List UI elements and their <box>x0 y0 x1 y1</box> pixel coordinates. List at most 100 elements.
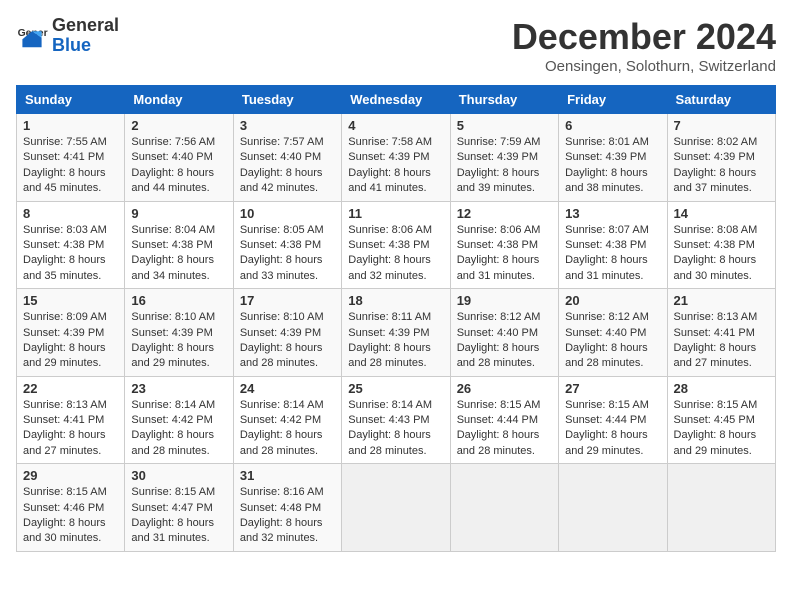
day-info: Sunrise: 8:15 AM Sunset: 4:44 PM Dayligh… <box>457 398 552 460</box>
day-number: 31 <box>240 468 335 483</box>
day-info: Sunrise: 8:12 AM Sunset: 4:40 PM Dayligh… <box>565 310 660 372</box>
calendar-cell: 9 Sunrise: 8:04 AM Sunset: 4:38 PM Dayli… <box>125 201 233 289</box>
day-info: Sunrise: 8:06 AM Sunset: 4:38 PM Dayligh… <box>457 223 552 285</box>
day-info: Sunrise: 8:13 AM Sunset: 4:41 PM Dayligh… <box>23 398 118 460</box>
day-info: Sunrise: 8:13 AM Sunset: 4:41 PM Dayligh… <box>674 310 769 372</box>
day-info: Sunrise: 8:08 AM Sunset: 4:38 PM Dayligh… <box>674 223 769 285</box>
calendar-cell: 5 Sunrise: 7:59 AM Sunset: 4:39 PM Dayli… <box>450 114 558 202</box>
day-info: Sunrise: 8:14 AM Sunset: 4:42 PM Dayligh… <box>131 398 226 460</box>
day-info: Sunrise: 8:14 AM Sunset: 4:43 PM Dayligh… <box>348 398 443 460</box>
day-number: 3 <box>240 118 335 133</box>
day-info: Sunrise: 8:12 AM Sunset: 4:40 PM Dayligh… <box>457 310 552 372</box>
day-number: 28 <box>674 381 769 396</box>
page-header: General General Blue December 2024 Oensi… <box>16 16 776 75</box>
calendar-cell <box>559 464 667 552</box>
day-info: Sunrise: 8:05 AM Sunset: 4:38 PM Dayligh… <box>240 223 335 285</box>
day-info: Sunrise: 8:10 AM Sunset: 4:39 PM Dayligh… <box>131 310 226 372</box>
weekday-header-friday: Friday <box>559 86 667 114</box>
calendar-cell: 8 Sunrise: 8:03 AM Sunset: 4:38 PM Dayli… <box>17 201 125 289</box>
day-info: Sunrise: 8:03 AM Sunset: 4:38 PM Dayligh… <box>23 223 118 285</box>
calendar-cell: 1 Sunrise: 7:55 AM Sunset: 4:41 PM Dayli… <box>17 114 125 202</box>
day-number: 25 <box>348 381 443 396</box>
day-number: 12 <box>457 206 552 221</box>
day-info: Sunrise: 8:10 AM Sunset: 4:39 PM Dayligh… <box>240 310 335 372</box>
calendar-cell: 19 Sunrise: 8:12 AM Sunset: 4:40 PM Dayl… <box>450 289 558 377</box>
day-number: 15 <box>23 293 118 308</box>
calendar-cell: 13 Sunrise: 8:07 AM Sunset: 4:38 PM Dayl… <box>559 201 667 289</box>
logo-text: General Blue <box>52 16 119 56</box>
day-number: 11 <box>348 206 443 221</box>
week-row-2: 8 Sunrise: 8:03 AM Sunset: 4:38 PM Dayli… <box>17 201 776 289</box>
day-number: 22 <box>23 381 118 396</box>
weekday-header-thursday: Thursday <box>450 86 558 114</box>
month-title: December 2024 <box>512 16 776 58</box>
day-number: 23 <box>131 381 226 396</box>
calendar-cell: 2 Sunrise: 7:56 AM Sunset: 4:40 PM Dayli… <box>125 114 233 202</box>
day-number: 19 <box>457 293 552 308</box>
calendar-cell: 24 Sunrise: 8:14 AM Sunset: 4:42 PM Dayl… <box>233 376 341 464</box>
logo: General General Blue <box>16 16 119 56</box>
day-info: Sunrise: 8:15 AM Sunset: 4:44 PM Dayligh… <box>565 398 660 460</box>
logo-icon: General <box>16 20 48 52</box>
week-row-5: 29 Sunrise: 8:15 AM Sunset: 4:46 PM Dayl… <box>17 464 776 552</box>
day-info: Sunrise: 8:15 AM Sunset: 4:47 PM Dayligh… <box>131 485 226 547</box>
calendar-cell: 26 Sunrise: 8:15 AM Sunset: 4:44 PM Dayl… <box>450 376 558 464</box>
day-info: Sunrise: 8:16 AM Sunset: 4:48 PM Dayligh… <box>240 485 335 547</box>
day-info: Sunrise: 8:09 AM Sunset: 4:39 PM Dayligh… <box>23 310 118 372</box>
location-title: Oensingen, Solothurn, Switzerland <box>512 58 776 75</box>
calendar-cell <box>667 464 775 552</box>
day-info: Sunrise: 7:58 AM Sunset: 4:39 PM Dayligh… <box>348 135 443 197</box>
calendar-cell: 17 Sunrise: 8:10 AM Sunset: 4:39 PM Dayl… <box>233 289 341 377</box>
calendar-cell: 29 Sunrise: 8:15 AM Sunset: 4:46 PM Dayl… <box>17 464 125 552</box>
day-number: 10 <box>240 206 335 221</box>
day-number: 24 <box>240 381 335 396</box>
calendar-cell: 25 Sunrise: 8:14 AM Sunset: 4:43 PM Dayl… <box>342 376 450 464</box>
day-number: 4 <box>348 118 443 133</box>
day-info: Sunrise: 8:14 AM Sunset: 4:42 PM Dayligh… <box>240 398 335 460</box>
calendar-cell: 27 Sunrise: 8:15 AM Sunset: 4:44 PM Dayl… <box>559 376 667 464</box>
day-number: 21 <box>674 293 769 308</box>
day-number: 13 <box>565 206 660 221</box>
weekday-header-sunday: Sunday <box>17 86 125 114</box>
day-info: Sunrise: 8:02 AM Sunset: 4:39 PM Dayligh… <box>674 135 769 197</box>
day-number: 30 <box>131 468 226 483</box>
day-info: Sunrise: 8:06 AM Sunset: 4:38 PM Dayligh… <box>348 223 443 285</box>
day-number: 29 <box>23 468 118 483</box>
day-number: 26 <box>457 381 552 396</box>
calendar-cell: 6 Sunrise: 8:01 AM Sunset: 4:39 PM Dayli… <box>559 114 667 202</box>
calendar-cell: 22 Sunrise: 8:13 AM Sunset: 4:41 PM Dayl… <box>17 376 125 464</box>
calendar-cell: 20 Sunrise: 8:12 AM Sunset: 4:40 PM Dayl… <box>559 289 667 377</box>
calendar-cell: 21 Sunrise: 8:13 AM Sunset: 4:41 PM Dayl… <box>667 289 775 377</box>
calendar-cell: 28 Sunrise: 8:15 AM Sunset: 4:45 PM Dayl… <box>667 376 775 464</box>
day-info: Sunrise: 8:04 AM Sunset: 4:38 PM Dayligh… <box>131 223 226 285</box>
calendar-cell: 14 Sunrise: 8:08 AM Sunset: 4:38 PM Dayl… <box>667 201 775 289</box>
calendar-cell <box>342 464 450 552</box>
day-number: 8 <box>23 206 118 221</box>
calendar-cell: 16 Sunrise: 8:10 AM Sunset: 4:39 PM Dayl… <box>125 289 233 377</box>
weekday-header-row: SundayMondayTuesdayWednesdayThursdayFrid… <box>17 86 776 114</box>
calendar-cell: 31 Sunrise: 8:16 AM Sunset: 4:48 PM Dayl… <box>233 464 341 552</box>
day-number: 5 <box>457 118 552 133</box>
weekday-header-monday: Monday <box>125 86 233 114</box>
calendar-cell <box>450 464 558 552</box>
day-number: 18 <box>348 293 443 308</box>
calendar-cell: 12 Sunrise: 8:06 AM Sunset: 4:38 PM Dayl… <box>450 201 558 289</box>
day-info: Sunrise: 7:59 AM Sunset: 4:39 PM Dayligh… <box>457 135 552 197</box>
day-number: 16 <box>131 293 226 308</box>
day-number: 2 <box>131 118 226 133</box>
weekday-header-wednesday: Wednesday <box>342 86 450 114</box>
week-row-4: 22 Sunrise: 8:13 AM Sunset: 4:41 PM Dayl… <box>17 376 776 464</box>
calendar-cell: 7 Sunrise: 8:02 AM Sunset: 4:39 PM Dayli… <box>667 114 775 202</box>
day-info: Sunrise: 8:15 AM Sunset: 4:46 PM Dayligh… <box>23 485 118 547</box>
calendar-cell: 4 Sunrise: 7:58 AM Sunset: 4:39 PM Dayli… <box>342 114 450 202</box>
day-number: 20 <box>565 293 660 308</box>
day-number: 6 <box>565 118 660 133</box>
calendar-cell: 10 Sunrise: 8:05 AM Sunset: 4:38 PM Dayl… <box>233 201 341 289</box>
day-info: Sunrise: 7:55 AM Sunset: 4:41 PM Dayligh… <box>23 135 118 197</box>
day-number: 17 <box>240 293 335 308</box>
weekday-header-saturday: Saturday <box>667 86 775 114</box>
calendar-cell: 18 Sunrise: 8:11 AM Sunset: 4:39 PM Dayl… <box>342 289 450 377</box>
title-area: December 2024 Oensingen, Solothurn, Swit… <box>512 16 776 75</box>
week-row-3: 15 Sunrise: 8:09 AM Sunset: 4:39 PM Dayl… <box>17 289 776 377</box>
calendar-cell: 15 Sunrise: 8:09 AM Sunset: 4:39 PM Dayl… <box>17 289 125 377</box>
